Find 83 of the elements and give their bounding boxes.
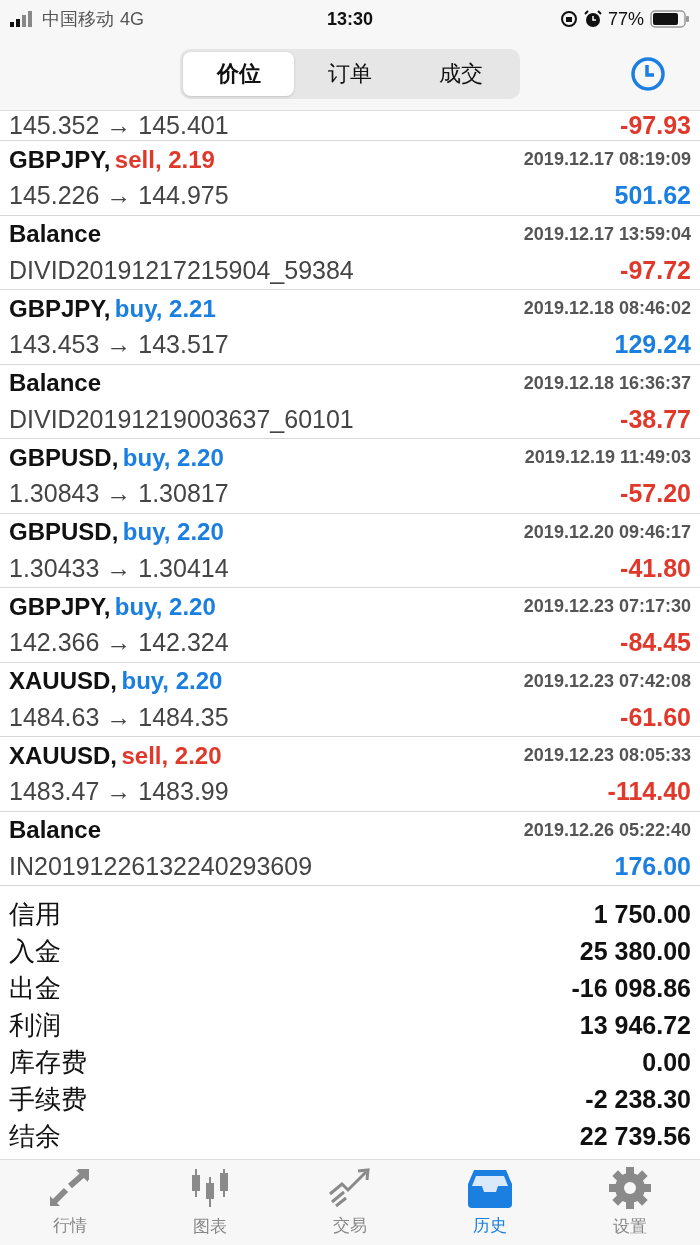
price-range: 1.30843 → 1.30817	[9, 479, 229, 509]
price-range: 1.30433 → 1.30414	[9, 553, 229, 583]
battery-percent: 77%	[608, 8, 644, 30]
nav-tab[interactable]: 历史	[420, 1160, 560, 1245]
deal-time: 2019.12.17 08:19:09	[523, 149, 691, 171]
symbol-name: GBPJPY,	[9, 145, 111, 173]
summary-value: 22 739.56	[579, 1122, 691, 1151]
price-range: 1483.47 → 1483.99	[9, 777, 229, 807]
clock-icon[interactable]	[630, 56, 666, 92]
carrier-name: 中国移动	[42, 8, 114, 31]
deal-time: 2019.12.18 16:36:37	[523, 372, 691, 394]
summary-label: 手续费	[9, 1083, 87, 1116]
deal-time: 2019.12.23 07:17:30	[523, 596, 691, 618]
trade-side: sell, 2.19	[114, 145, 215, 173]
price-range: 143.453 → 143.517	[9, 330, 229, 360]
deal-time: 2019.12.19 11:49:03	[524, 447, 691, 469]
profit-value: 176.00	[614, 851, 691, 881]
profit-value: -97.72	[620, 255, 691, 285]
summary-label: 信用	[9, 898, 61, 931]
profit-value: -57.20	[620, 479, 691, 509]
symbol-name: XAUUSD,	[9, 741, 117, 769]
trade-side: buy, 2.21	[114, 294, 216, 322]
summary-label: 利润	[9, 1009, 61, 1042]
deal-comment: DIVID20191219003637_60101	[9, 404, 354, 434]
alarm-clock-icon	[584, 10, 602, 28]
profit-value: -38.77	[620, 404, 691, 434]
tab[interactable]: 成交	[405, 52, 517, 96]
summary-value: -2 238.30	[585, 1085, 691, 1114]
rotation-lock-icon	[560, 10, 578, 28]
profit-value: 129.24	[614, 330, 691, 360]
balance-label: Balance	[9, 369, 102, 397]
deal-comment: DIVID20191217215904_59384	[9, 255, 354, 285]
summary-value: -16 098.86	[571, 974, 691, 1003]
summary-value: 1 750.00	[593, 900, 691, 929]
profit-value: -97.93	[620, 111, 691, 140]
profit-value: -41.80	[620, 553, 691, 583]
network-type: 4G	[120, 8, 144, 30]
summary-label: 结余	[9, 1120, 61, 1153]
price-range: 142.366 → 142.324	[9, 628, 229, 658]
symbol-name: GBPJPY,	[9, 294, 111, 322]
deal-comment: IN20191226132240293609	[9, 851, 313, 881]
deal-time: 2019.12.26 05:22:40	[523, 819, 691, 841]
deal-time: 2019.12.18 08:46:02	[523, 298, 691, 320]
deal-time: 2019.12.23 08:05:33	[523, 745, 691, 767]
balance-label: Balance	[9, 816, 102, 844]
symbol-name: GBPUSD,	[9, 518, 119, 546]
price-range: 145.226 → 144.975	[9, 181, 229, 211]
inbox-tray-icon	[468, 1168, 512, 1208]
balance-label: Balance	[9, 220, 102, 248]
trade-side: buy, 2.20	[114, 592, 216, 620]
nav-tab[interactable]: 行情	[0, 1160, 140, 1245]
trade-side: buy, 2.20	[121, 667, 223, 695]
status-time: 13:30	[327, 8, 374, 30]
price-range: 1484.63 → 1484.35	[9, 702, 229, 732]
nav-tab[interactable]: 图表	[140, 1160, 280, 1245]
price-range: 145.352 → 145.401	[9, 111, 229, 140]
summary-label: 出金	[9, 972, 61, 1005]
profit-value: -84.45	[620, 628, 691, 658]
profit-value: 501.62	[614, 181, 691, 211]
deal-time: 2019.12.17 13:59:04	[523, 223, 691, 245]
trend-arrow-icon	[328, 1168, 372, 1208]
profit-value: -61.60	[620, 702, 691, 732]
trade-side: sell, 2.20	[121, 741, 222, 769]
gear-icon	[609, 1167, 651, 1209]
summary-label: 库存费	[9, 1046, 87, 1079]
deal-time: 2019.12.20 09:46:17	[523, 521, 691, 543]
diagonal-arrows-icon	[48, 1168, 92, 1208]
trade-side: buy, 2.20	[122, 443, 224, 471]
symbol-name: GBPJPY,	[9, 592, 111, 620]
profit-value: -114.40	[607, 777, 691, 807]
nav-tab[interactable]: 设置	[560, 1160, 700, 1245]
tab[interactable]: 订单	[294, 52, 406, 96]
symbol-name: GBPUSD,	[9, 443, 119, 471]
symbol-name: XAUUSD,	[9, 667, 117, 695]
deal-time: 2019.12.23 07:42:08	[523, 670, 691, 692]
trade-side: buy, 2.20	[122, 518, 224, 546]
summary-label: 入金	[9, 935, 61, 968]
summary-value: 13 946.72	[579, 1011, 691, 1040]
tab[interactable]: 价位	[183, 52, 295, 96]
summary-value: 0.00	[642, 1048, 691, 1077]
battery-icon	[650, 10, 690, 28]
summary-value: 25 380.00	[579, 937, 691, 966]
nav-tab[interactable]: 交易	[280, 1160, 420, 1245]
